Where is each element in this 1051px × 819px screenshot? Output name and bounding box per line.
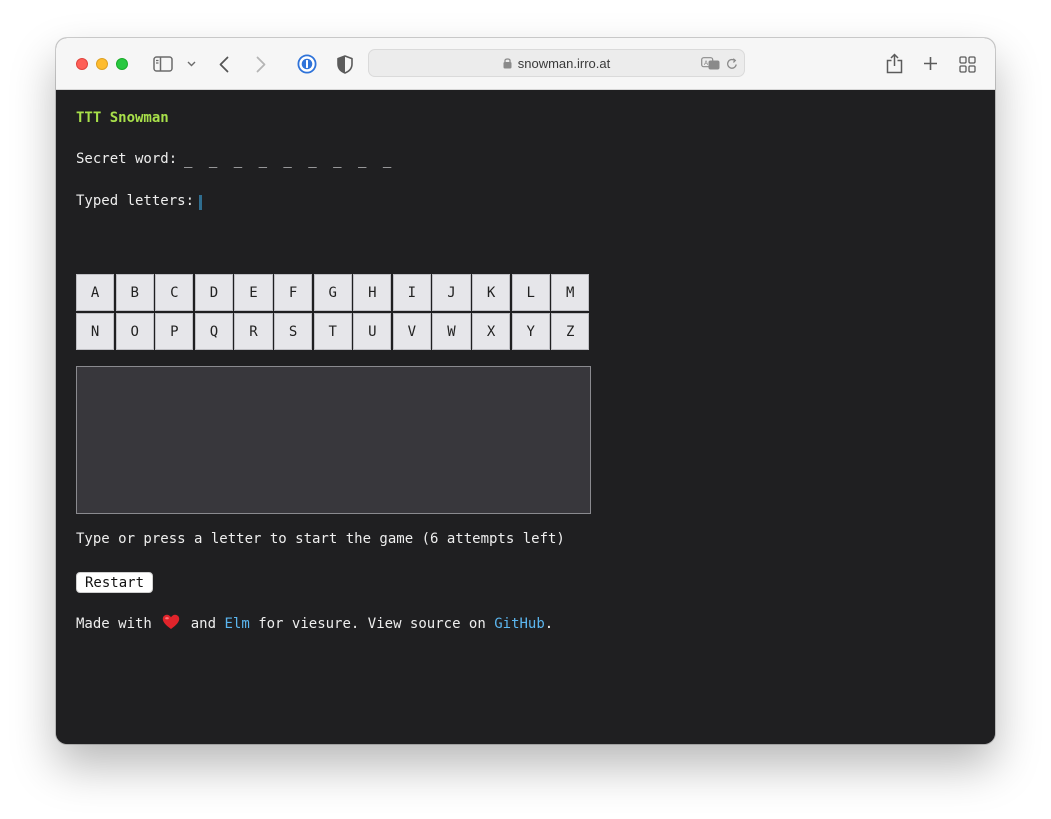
footer-made-with-text: Made with	[76, 616, 152, 632]
letter-key-t[interactable]: T	[313, 313, 352, 350]
letter-key-n[interactable]: N	[76, 313, 115, 350]
letter-key-k[interactable]: K	[471, 274, 511, 311]
footer-period: .	[544, 616, 554, 632]
lock-icon	[503, 57, 512, 69]
zoom-window-button[interactable]	[116, 58, 128, 70]
letter-key-e[interactable]: E	[234, 274, 273, 311]
letter-key-d[interactable]: D	[194, 274, 234, 311]
browser-window: snowman.irro.at A TTT Snowman Secret wor…	[56, 38, 995, 744]
address-bar[interactable]: snowman.irro.at A	[368, 49, 745, 77]
letter-key-y[interactable]: Y	[511, 313, 550, 350]
letter-key-o[interactable]: O	[115, 313, 154, 350]
letter-key-a[interactable]: A	[76, 274, 115, 311]
back-arrow-icon[interactable]	[216, 53, 232, 75]
typed-letters-label: Typed letters:	[76, 193, 195, 209]
letter-key-x[interactable]: X	[471, 313, 511, 350]
letter-key-r[interactable]: R	[234, 313, 273, 350]
password-manager-icon[interactable]	[296, 53, 318, 75]
letter-key-w[interactable]: W	[432, 313, 471, 350]
svg-text:A: A	[704, 60, 709, 67]
reload-icon[interactable]	[724, 56, 739, 71]
url-text: snowman.irro.at	[517, 55, 611, 71]
letter-key-i[interactable]: I	[392, 274, 432, 311]
tab-overview-icon[interactable]	[957, 54, 977, 74]
new-tab-plus-icon[interactable]	[921, 54, 939, 72]
forward-arrow-icon[interactable]	[253, 53, 269, 75]
close-window-button[interactable]	[76, 58, 88, 70]
letter-key-b[interactable]: B	[115, 274, 154, 311]
elm-link[interactable]: Elm	[224, 616, 249, 632]
game-status-text: Type or press a letter to start the game…	[76, 531, 565, 547]
footer: Made with and Elm for viesure. View sour…	[76, 614, 553, 634]
letter-key-u[interactable]: U	[353, 313, 392, 350]
restart-button[interactable]: Restart	[76, 572, 154, 593]
letter-key-s[interactable]: S	[273, 313, 313, 350]
letter-key-h[interactable]: H	[353, 274, 392, 311]
page-content: TTT Snowman Secret word: _ _ _ _ _ _ _ _…	[56, 90, 995, 744]
shield-icon[interactable]	[335, 53, 355, 75]
page-title: TTT Snowman	[76, 110, 169, 126]
letter-key-j[interactable]: J	[432, 274, 471, 311]
letter-key-p[interactable]: P	[155, 313, 194, 350]
letter-keyboard: ABCDEFGHIJKLM NOPQRSTUVWXYZ	[76, 274, 591, 350]
share-icon[interactable]	[884, 51, 904, 75]
secret-word-value: _ _ _ _ _ _ _ _ _	[184, 152, 396, 168]
translate-icon[interactable]: A	[700, 56, 720, 71]
heart-icon	[162, 614, 180, 634]
sidebar-toggle-icon[interactable]	[152, 54, 174, 74]
letter-key-m[interactable]: M	[551, 274, 590, 311]
letter-key-z[interactable]: Z	[551, 313, 590, 350]
letter-key-g[interactable]: G	[313, 274, 352, 311]
letter-key-q[interactable]: Q	[194, 313, 234, 350]
github-link[interactable]: GitHub	[494, 616, 545, 632]
letter-key-c[interactable]: C	[155, 274, 194, 311]
typed-letters-cursor	[199, 195, 202, 210]
letter-key-l[interactable]: L	[511, 274, 550, 311]
letter-key-f[interactable]: F	[273, 274, 313, 311]
letter-key-v[interactable]: V	[392, 313, 432, 350]
minimize-window-button[interactable]	[96, 58, 108, 70]
secret-word-label: Secret word:	[76, 151, 178, 167]
footer-and-text: and	[190, 616, 217, 632]
footer-for-text: for viesure. View source on	[258, 616, 486, 632]
chevron-down-icon[interactable]	[185, 58, 197, 70]
snowman-drawing-area	[76, 366, 591, 514]
browser-toolbar: snowman.irro.at A	[56, 38, 995, 90]
